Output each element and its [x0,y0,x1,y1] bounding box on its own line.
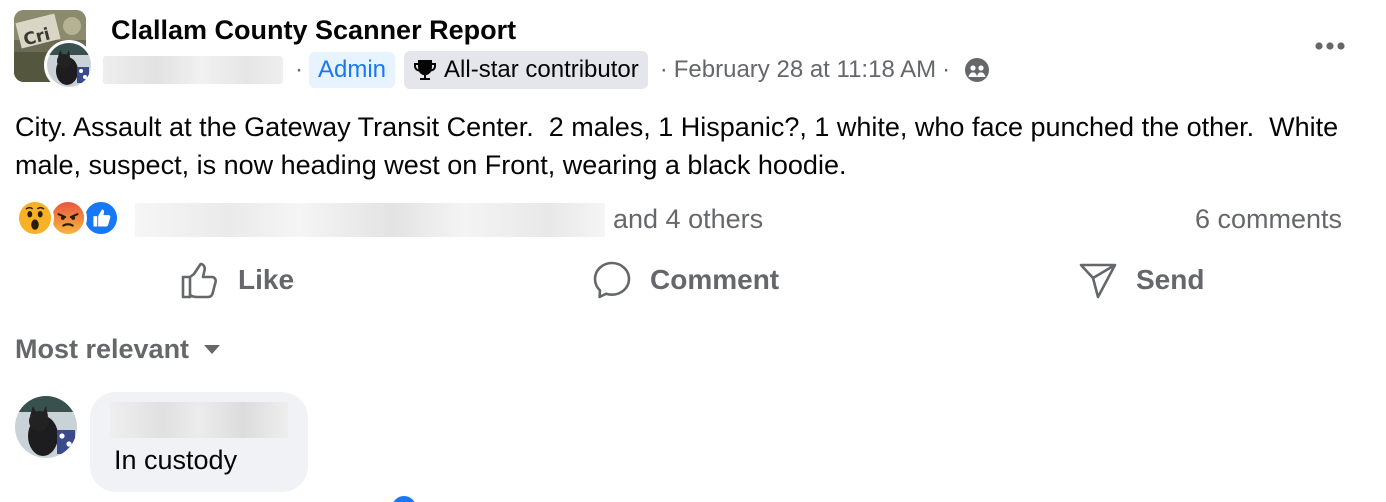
all-star-contributor-label: All-star contributor [444,56,639,83]
reactions-others[interactable]: and 4 others [613,202,763,236]
angry-reaction-icon [49,199,87,237]
reactor-names-blurred[interactable] [135,203,605,237]
comment-reaction-icon [392,496,416,502]
commenter-name-blurred[interactable] [110,402,288,438]
more-options-button[interactable] [1308,33,1352,59]
comment-button[interactable]: Comment [592,258,779,302]
separator: · [942,56,951,83]
admin-badge[interactable]: Admin [309,52,396,88]
author-avatar[interactable] [44,40,94,90]
cat-avatar-image [15,396,77,458]
wow-reaction-icon [16,199,54,237]
group-members-icon[interactable] [964,57,990,83]
send-label: Send [1136,264,1205,295]
like-reaction-icon [82,199,120,237]
commenter-avatar[interactable] [15,396,77,458]
comments-count[interactable]: 6 comments [1195,202,1342,236]
cat-avatar-image [47,43,91,87]
caret-down-icon [204,345,221,354]
post-body: City. Assault at the Gateway Transit Cen… [15,112,1346,180]
send-button[interactable]: Send [1078,258,1204,302]
comment-icon [593,261,631,299]
like-icon [181,262,217,299]
trophy-icon [414,60,437,80]
more-options-icon [1315,42,1345,50]
send-icon [1079,263,1117,299]
post-date[interactable]: February 28 at 11:18 AM [674,56,936,84]
like-button[interactable]: Like [180,258,294,302]
comment-sort-dropdown[interactable]: Most relevant [15,331,221,367]
post-meta: · Admin All-star contributor · February … [103,51,990,89]
all-star-contributor-badge[interactable]: All-star contributor [404,51,648,89]
like-label: Like [238,264,295,295]
comment-sort-label: Most relevant [15,334,190,364]
comment-text: In custody [114,445,238,475]
separator: · [295,56,303,83]
separator: · [659,56,668,83]
group-name[interactable]: Clallam County Scanner Report [111,12,516,48]
reactions-summary[interactable] [16,199,120,237]
author-name-blurred[interactable] [103,56,283,84]
comment-label: Comment [650,264,780,295]
